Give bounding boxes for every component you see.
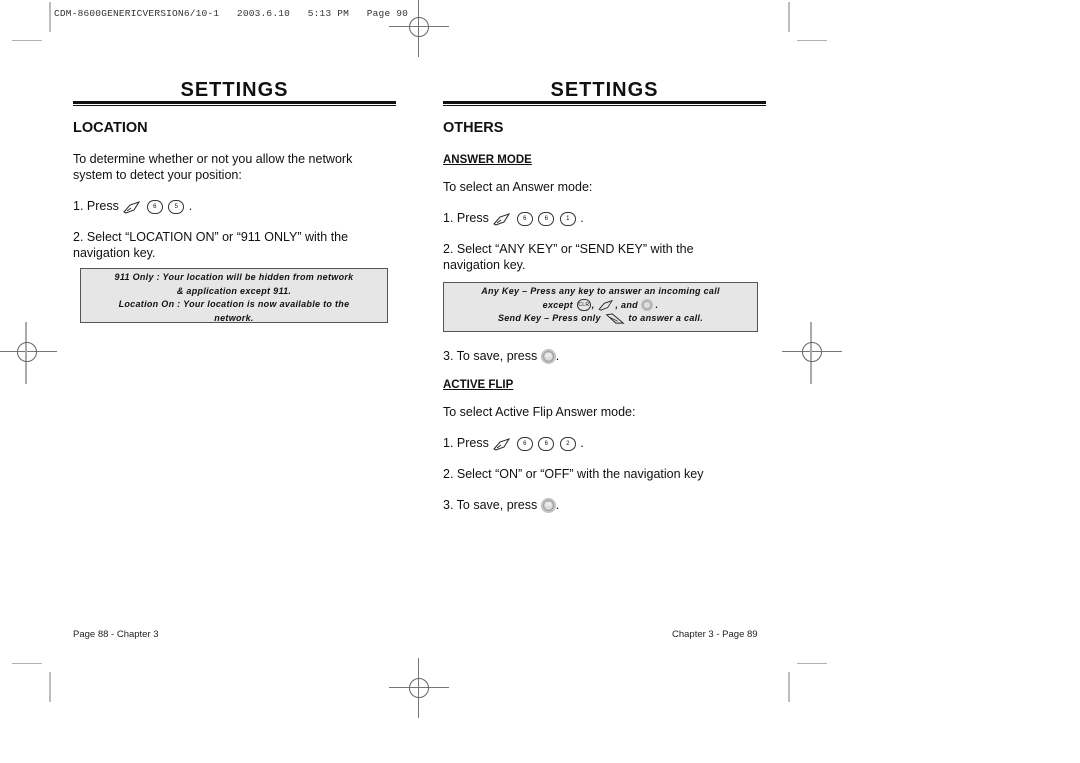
key-6-icon: 6 — [516, 436, 533, 451]
crop-mark-bottom-right-horizontal — [797, 663, 827, 664]
note-text: to answer a call. — [628, 313, 704, 323]
registration-mark-left — [0, 322, 57, 384]
send-key-icon — [605, 313, 625, 324]
ok-key-icon: OK — [540, 349, 556, 365]
key-6-icon: 6 — [538, 211, 555, 226]
section-title: SETTINGS — [180, 79, 289, 101]
step-suffix: . — [555, 498, 560, 512]
key-1-icon: 1 — [559, 211, 576, 226]
print-header: CDM-8600GENERICVERSION6/10-1 2003.6.10 5… — [54, 8, 409, 19]
step-suffix: . — [188, 199, 193, 213]
active-flip-step-2: 2. Select “ON” or “OFF” with the navigat… — [443, 467, 704, 481]
left-page-footer: Page 88 - Chapter 3 — [73, 629, 159, 640]
menu-key-icon — [493, 437, 511, 451]
location-step-1: 1. Press 6 5 . — [73, 198, 192, 214]
step-suffix: . — [580, 436, 584, 450]
active-flip-step-1: 1. Press 6 6 2 . — [443, 435, 584, 451]
note-line: Location On : Your location is now avail… — [118, 299, 350, 309]
step-suffix: . — [580, 211, 584, 225]
answer-mode-subheading: ANSWER MODE — [443, 154, 532, 166]
registration-mark-bottom — [389, 658, 449, 718]
title-rule — [443, 101, 766, 104]
note-text: . — [655, 299, 659, 310]
crop-mark-bottom-right-vertical — [788, 672, 790, 702]
registration-mark-top — [389, 0, 449, 57]
location-step-2: 2. Select “LOCATION ON” or “911 ONLY” wi… — [73, 230, 349, 260]
crop-mark-top-left-vertical — [49, 2, 51, 32]
note-text: , — [591, 299, 595, 310]
title-rule-thin — [73, 105, 396, 106]
menu-key-icon — [598, 300, 614, 311]
note-text: except — [542, 299, 573, 310]
clr-key-icon: CLR — [576, 299, 591, 312]
section-title: SETTINGS — [550, 79, 659, 101]
key-6-icon: 6 — [146, 199, 163, 214]
location-note-box: 911 Only : Your location will be hidden … — [80, 268, 388, 323]
answer-mode-step-2: 2. Select “ANY KEY” or “SEND KEY” with t… — [443, 242, 694, 272]
crop-mark-bottom-left-horizontal — [12, 663, 42, 664]
key-6-icon: 6 — [538, 436, 555, 451]
note-line: network. — [214, 312, 254, 323]
ok-key-icon: OK — [540, 498, 556, 514]
right-page-footer: Chapter 3 - Page 89 — [672, 629, 758, 640]
answer-mode-step-1: 1. Press 6 6 1 . — [443, 210, 584, 226]
note-line: Any Key – Press any key to answer an inc… — [481, 286, 720, 296]
title-rule — [73, 101, 396, 104]
location-intro: To determine whether or not you allow th… — [73, 152, 353, 182]
step-prefix: 3. To save, press — [443, 349, 538, 363]
step-suffix: . — [555, 349, 560, 363]
note-line: 911 Only : Your location will be hidden … — [114, 272, 354, 282]
crop-mark-top-right-horizontal — [797, 40, 827, 41]
ok-key-icon — [640, 299, 653, 312]
menu-key-icon — [493, 212, 511, 226]
note-text: , and — [615, 299, 638, 310]
crop-mark-bottom-left-vertical — [49, 672, 51, 702]
step-prefix: 1. Press — [443, 211, 489, 225]
active-flip-subheading: ACTIVE FLIP — [443, 379, 514, 391]
answer-mode-step-3: 3. To save, press OK. — [443, 348, 560, 365]
note-line: Send Key – Press only to answer a call. — [444, 312, 757, 326]
step-prefix: 1. Press — [73, 199, 119, 213]
note-line: except CLR, , and . — [444, 299, 757, 313]
answer-mode-note-box: Any Key – Press any key to answer an inc… — [443, 282, 758, 332]
crop-mark-top-right-vertical — [788, 2, 790, 32]
others-heading: OTHERS — [443, 120, 504, 136]
title-rule-thin — [443, 105, 766, 106]
step-prefix: 1. Press — [443, 436, 489, 450]
active-flip-step-3: 3. To save, press OK. — [443, 497, 560, 514]
crop-mark-top-left-horizontal — [12, 40, 42, 41]
key-6-icon: 6 — [516, 211, 533, 226]
location-heading: LOCATION — [73, 120, 148, 136]
registration-mark-right — [782, 322, 842, 384]
key-5-icon: 5 — [168, 199, 185, 214]
note-line: & application except 911. — [176, 285, 292, 296]
answer-mode-intro: To select an Answer mode: — [443, 180, 593, 194]
key-2-icon: 2 — [559, 436, 576, 451]
step-prefix: 3. To save, press — [443, 498, 538, 512]
menu-key-icon — [123, 200, 141, 214]
active-flip-intro: To select Active Flip Answer mode: — [443, 405, 636, 419]
note-text: Send Key – Press only — [497, 313, 601, 323]
